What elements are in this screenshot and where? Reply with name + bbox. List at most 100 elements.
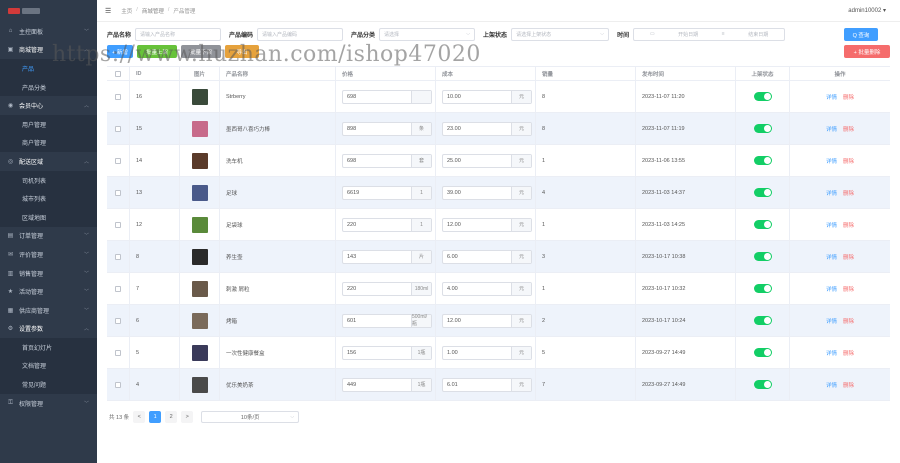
- detail-link[interactable]: 详情: [826, 157, 837, 165]
- prev-page-button[interactable]: <: [133, 411, 146, 423]
- price-input[interactable]: 898 条: [342, 121, 432, 136]
- price-input[interactable]: 143 片: [342, 249, 432, 264]
- delete-link[interactable]: 删除: [843, 93, 854, 101]
- sidebar-item[interactable]: ▥ 销售管理 ﹀: [0, 264, 97, 283]
- cost-input[interactable]: 12.00 元: [442, 313, 532, 328]
- cost-input[interactable]: 6.00 元: [442, 249, 532, 264]
- sidebar-subitem[interactable]: 用户管理: [0, 114, 97, 134]
- checkbox[interactable]: [115, 285, 121, 292]
- detail-link[interactable]: 详情: [826, 125, 837, 133]
- row-select-cell[interactable]: [107, 337, 130, 368]
- cost-input[interactable]: 1.00 元: [442, 345, 532, 360]
- sidebar-subitem[interactable]: 常见问题: [0, 375, 97, 394]
- batch-delete-button[interactable]: + 批量删除: [844, 45, 890, 58]
- onshelf-toggle[interactable]: [753, 348, 772, 357]
- checkbox[interactable]: [115, 253, 121, 260]
- onshelf-toggle[interactable]: [753, 252, 772, 261]
- sidebar-subitem[interactable]: 城市列表: [0, 189, 97, 208]
- row-select-cell[interactable]: [107, 241, 130, 272]
- detail-link[interactable]: 详情: [826, 349, 837, 357]
- detail-link[interactable]: 详情: [826, 381, 837, 389]
- sidebar-subitem[interactable]: 产品分类: [0, 77, 97, 97]
- sidebar-item[interactable]: ◉ 会员中心 ︿: [0, 96, 97, 115]
- sidebar-subitem[interactable]: 首页幻灯片: [0, 338, 97, 357]
- detail-link[interactable]: 详情: [826, 253, 837, 261]
- sidebar-item[interactable]: ▤ 订单管理 ﹀: [0, 227, 97, 246]
- checkbox[interactable]: [115, 189, 121, 196]
- delete-link[interactable]: 删除: [843, 381, 854, 389]
- price-input[interactable]: 220 1: [342, 217, 432, 232]
- status-select[interactable]: 请选择上架状态 ⌵: [511, 27, 610, 41]
- onshelf-toggle[interactable]: [753, 220, 772, 229]
- detail-link[interactable]: 详情: [826, 285, 837, 293]
- delete-link[interactable]: 删除: [843, 349, 854, 357]
- category-select[interactable]: 请选择 ⌵: [379, 27, 476, 41]
- product-thumbnail[interactable]: [191, 88, 208, 105]
- page-size-select[interactable]: 10条/页 ⌵: [201, 411, 300, 423]
- product-thumbnail[interactable]: [191, 376, 208, 393]
- sidebar-subitem[interactable]: 商户管理: [0, 133, 97, 153]
- sidebar-item[interactable]: ⚿ 权限管理 ﹀: [0, 394, 97, 413]
- onshelf-toggle[interactable]: [753, 188, 772, 197]
- cost-input[interactable]: 6.01 元: [442, 377, 532, 392]
- cost-input[interactable]: 39.00 元: [442, 185, 532, 200]
- cost-input[interactable]: 10.00 元: [442, 89, 532, 104]
- detail-link[interactable]: 详情: [826, 221, 837, 229]
- sidebar-item[interactable]: ✉ 评价管理 ﹀: [0, 245, 97, 264]
- checkbox[interactable]: [115, 70, 121, 77]
- checkbox[interactable]: [115, 157, 121, 164]
- sidebar-subitem[interactable]: 文档管理: [0, 356, 97, 376]
- checkbox[interactable]: [115, 349, 121, 356]
- next-page-button[interactable]: >: [181, 411, 194, 423]
- breadcrumb-shop[interactable]: 商城管理: [142, 7, 164, 15]
- sidebar-item[interactable]: ★ 活动管理 ﹀: [0, 282, 97, 301]
- user-dropdown[interactable]: admin10002 ▾: [848, 7, 886, 14]
- cost-input[interactable]: 25.00 元: [442, 153, 532, 168]
- checkbox[interactable]: [115, 93, 121, 100]
- sidebar-item[interactable]: ⌂ 主控面板 ﹀: [0, 22, 97, 41]
- row-select-cell[interactable]: [107, 305, 130, 336]
- product-thumbnail[interactable]: [191, 184, 208, 201]
- detail-link[interactable]: 详情: [826, 189, 837, 197]
- cost-input[interactable]: 12.00 元: [442, 217, 532, 232]
- price-input[interactable]: 220 180ml: [342, 281, 432, 296]
- page-button-1[interactable]: 1: [149, 411, 162, 423]
- price-input[interactable]: 6619 1: [342, 185, 432, 200]
- delete-link[interactable]: 删除: [843, 253, 854, 261]
- sidebar-item[interactable]: ⚙ 设置参数 ︿: [0, 320, 97, 339]
- product-thumbnail[interactable]: [191, 120, 208, 137]
- price-input[interactable]: 698 套: [342, 153, 432, 168]
- price-input[interactable]: 449 1瓶: [342, 377, 432, 392]
- delete-link[interactable]: 删除: [843, 157, 854, 165]
- row-select-cell[interactable]: [107, 369, 130, 400]
- product-thumbnail[interactable]: [191, 344, 208, 361]
- price-input[interactable]: 698: [342, 89, 432, 104]
- delete-link[interactable]: 删除: [843, 189, 854, 197]
- page-button-2[interactable]: 2: [165, 411, 178, 423]
- product-name-input[interactable]: 请输入产品名称: [135, 27, 222, 41]
- date-range-picker[interactable]: ▭ 开始日期 ≡ 结束日期: [633, 27, 786, 41]
- sidebar-item[interactable]: ▦ 供应商管理 ﹀: [0, 301, 97, 320]
- delete-link[interactable]: 删除: [843, 317, 854, 325]
- row-select-cell[interactable]: [107, 209, 130, 240]
- sidebar-item[interactable]: ◎ 配送区域 ︿: [0, 152, 97, 171]
- onshelf-toggle[interactable]: [753, 316, 772, 325]
- cost-input[interactable]: 4.00 元: [442, 281, 532, 296]
- row-select-cell[interactable]: [107, 145, 130, 176]
- product-code-input[interactable]: 请输入产品编码: [257, 27, 344, 41]
- product-thumbnail[interactable]: [191, 312, 208, 329]
- price-input[interactable]: 156 1瓶: [342, 345, 432, 360]
- onshelf-toggle[interactable]: [753, 284, 772, 293]
- product-thumbnail[interactable]: [191, 216, 208, 233]
- onshelf-toggle[interactable]: [753, 156, 772, 165]
- checkbox[interactable]: [115, 221, 121, 228]
- detail-link[interactable]: 详情: [826, 93, 837, 101]
- onshelf-toggle[interactable]: [753, 92, 772, 101]
- sidebar-subitem[interactable]: 司机列表: [0, 170, 97, 190]
- product-thumbnail[interactable]: [191, 280, 208, 297]
- sidebar-subitem[interactable]: 区域地图: [0, 207, 97, 227]
- row-select-cell[interactable]: [107, 81, 130, 112]
- delete-link[interactable]: 删除: [843, 285, 854, 293]
- checkbox[interactable]: [115, 317, 121, 324]
- delete-link[interactable]: 删除: [843, 221, 854, 229]
